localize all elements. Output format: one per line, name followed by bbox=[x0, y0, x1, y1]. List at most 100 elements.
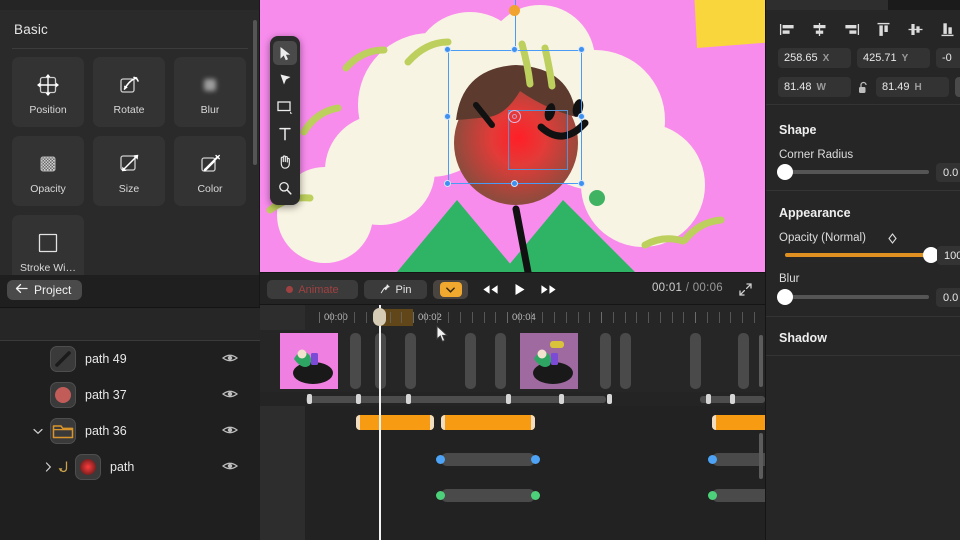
property-rotate[interactable]: Rotate bbox=[93, 57, 165, 127]
eye-icon[interactable] bbox=[221, 459, 239, 475]
property-position[interactable]: Position bbox=[12, 57, 84, 127]
height-field[interactable]: 81.49 H bbox=[876, 77, 949, 97]
resize-handle-sw[interactable] bbox=[444, 180, 451, 187]
sub-track-marker[interactable] bbox=[307, 394, 312, 404]
anchor-point-icon[interactable] bbox=[508, 110, 521, 123]
timeline-scrollbar-lower[interactable] bbox=[759, 433, 763, 479]
text-tool[interactable] bbox=[273, 122, 297, 146]
property-size[interactable]: Size bbox=[93, 136, 165, 206]
back-to-project-button[interactable]: Project bbox=[7, 280, 83, 300]
resize-handle-n[interactable] bbox=[511, 46, 518, 53]
keyframe-bar[interactable] bbox=[712, 415, 765, 430]
property-color[interactable]: Color bbox=[174, 136, 246, 206]
sub-track-marker[interactable] bbox=[406, 394, 411, 404]
rotation-handle[interactable] bbox=[509, 5, 520, 16]
align-center-vertical-icon[interactable] bbox=[906, 20, 925, 39]
y-position-field[interactable]: 425.71 Y bbox=[857, 48, 930, 68]
green-keyframe-dot[interactable] bbox=[530, 491, 540, 500]
keyframe-bar-start[interactable] bbox=[712, 415, 717, 430]
playhead-handle[interactable] bbox=[373, 308, 387, 326]
easing-dropdown-button[interactable] bbox=[433, 280, 468, 299]
align-top-icon[interactable] bbox=[874, 20, 893, 39]
x-position-field[interactable]: 258.65 X bbox=[778, 48, 851, 68]
blur-knob[interactable] bbox=[777, 289, 793, 305]
green-track[interactable] bbox=[712, 489, 765, 502]
flip-horizontal-icon[interactable] bbox=[955, 77, 960, 97]
corner-radius-slider[interactable] bbox=[777, 163, 929, 181]
rectangle-tool[interactable] bbox=[273, 95, 297, 119]
align-center-horizontal-icon[interactable] bbox=[810, 20, 829, 39]
layer-row[interactable]: path 37 bbox=[0, 377, 260, 413]
select-arrow-tool[interactable] bbox=[273, 41, 297, 65]
align-right-icon[interactable] bbox=[842, 20, 861, 39]
corner-radius-knob[interactable] bbox=[777, 164, 793, 180]
time-ruler[interactable]: 00:00 00:02 00:04 bbox=[260, 305, 765, 330]
hand-tool[interactable] bbox=[273, 149, 297, 173]
blur-value[interactable]: 0.0 bbox=[936, 288, 960, 307]
keyframe-bar-end[interactable] bbox=[530, 415, 535, 430]
blur-slider[interactable] bbox=[777, 288, 929, 306]
green-track[interactable] bbox=[440, 489, 535, 502]
eye-icon[interactable] bbox=[221, 351, 239, 367]
expand-fullscreen-icon[interactable] bbox=[738, 282, 753, 297]
sub-track-marker[interactable] bbox=[706, 394, 711, 404]
left-panel-scrollbar[interactable] bbox=[253, 20, 257, 165]
rotation-field[interactable]: -0 bbox=[936, 48, 960, 68]
play-icon[interactable] bbox=[508, 281, 530, 298]
eye-icon[interactable] bbox=[221, 423, 239, 439]
canvas-viewport[interactable] bbox=[260, 0, 765, 272]
zoom-tool[interactable] bbox=[273, 176, 297, 200]
layer-row[interactable]: path 49 bbox=[0, 341, 260, 377]
align-bottom-icon[interactable] bbox=[938, 20, 957, 39]
chevron-down-icon[interactable] bbox=[30, 428, 46, 435]
rewind-icon[interactable] bbox=[479, 281, 501, 298]
inspector-tab-a[interactable] bbox=[766, 0, 889, 10]
sub-track-marker[interactable] bbox=[607, 394, 612, 404]
pin-button[interactable]: Pin bbox=[364, 280, 427, 299]
filmstrip-frame[interactable] bbox=[520, 333, 578, 389]
property-opacity[interactable]: Opacity bbox=[12, 136, 84, 206]
tab-slot-1[interactable] bbox=[0, 0, 260, 10]
resize-handle-ne[interactable] bbox=[578, 46, 585, 53]
resize-handle-nw[interactable] bbox=[444, 46, 451, 53]
filmstrip-placeholder bbox=[465, 333, 476, 389]
chevron-right-icon[interactable] bbox=[40, 462, 56, 472]
inspector-tab-b[interactable] bbox=[889, 0, 960, 10]
timeline-panel[interactable]: 00:00 00:02 00:04 bbox=[260, 305, 765, 540]
keyframe-bar-end[interactable] bbox=[429, 415, 434, 430]
playhead-line[interactable] bbox=[379, 305, 381, 540]
layer-row[interactable]: path bbox=[0, 449, 260, 485]
layer-row[interactable]: path 36 bbox=[0, 413, 260, 449]
green-keyframe-dot[interactable] bbox=[707, 491, 717, 500]
blue-track[interactable] bbox=[712, 453, 765, 466]
align-left-icon[interactable] bbox=[778, 20, 797, 39]
resize-handle-s[interactable] bbox=[511, 180, 518, 187]
keyframe-bar-start[interactable] bbox=[440, 415, 445, 430]
resize-handle-se[interactable] bbox=[578, 180, 585, 187]
property-blur[interactable]: Blur bbox=[174, 57, 246, 127]
keyframe-bar-start[interactable] bbox=[355, 415, 360, 430]
width-field[interactable]: 81.48 W bbox=[778, 77, 851, 97]
keyframe-bar[interactable] bbox=[355, 415, 434, 430]
direct-select-tool[interactable] bbox=[273, 68, 297, 92]
keyframe-bar[interactable] bbox=[440, 415, 535, 430]
filmstrip-frame[interactable] bbox=[280, 333, 338, 389]
blue-keyframe-dot[interactable] bbox=[530, 455, 540, 464]
fast-forward-icon[interactable] bbox=[537, 281, 559, 298]
timeline-scrollbar-upper[interactable] bbox=[759, 335, 763, 387]
corner-radius-value[interactable]: 0.0 bbox=[936, 163, 960, 182]
blue-keyframe-dot[interactable] bbox=[707, 455, 717, 464]
resize-handle-w[interactable] bbox=[444, 113, 451, 120]
sub-track-marker[interactable] bbox=[356, 394, 361, 404]
sub-track-marker[interactable] bbox=[559, 394, 564, 404]
opacity-slider[interactable] bbox=[779, 246, 939, 264]
animate-button[interactable]: Animate bbox=[267, 280, 358, 299]
opacity-value[interactable]: 100 bbox=[937, 246, 960, 265]
timeline-sub-track[interactable] bbox=[260, 392, 765, 406]
sub-track-marker[interactable] bbox=[730, 394, 735, 404]
unlocked-icon[interactable] bbox=[857, 79, 870, 96]
blue-track[interactable] bbox=[440, 453, 535, 466]
sub-track-marker[interactable] bbox=[506, 394, 511, 404]
eye-icon[interactable] bbox=[221, 387, 239, 403]
resize-handle-e[interactable] bbox=[578, 113, 585, 120]
